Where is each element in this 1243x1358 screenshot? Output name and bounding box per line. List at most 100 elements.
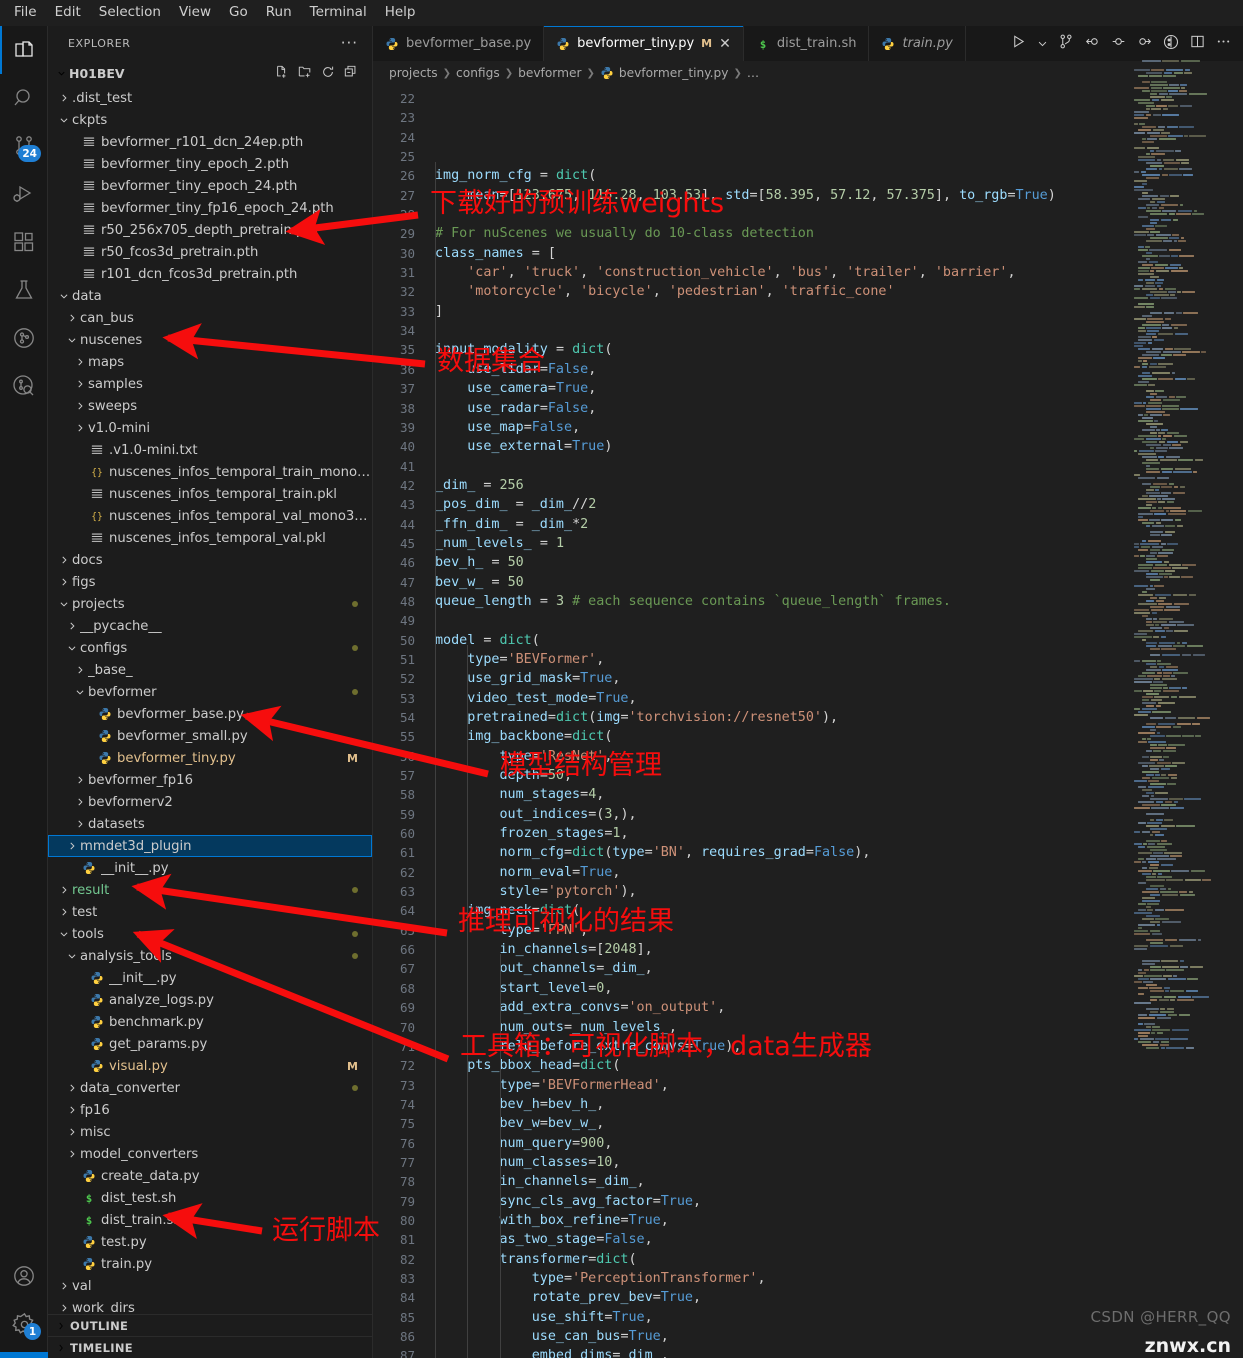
tree-folder-nuscenes[interactable]: nuscenes — [48, 329, 372, 351]
new-folder-icon[interactable] — [298, 64, 312, 83]
breadcrumb-item[interactable]: bevformer_tiny.py — [619, 66, 729, 80]
tree-folder-bevformer-fp16[interactable]: bevformer_fp16 — [48, 769, 372, 791]
activitybar-search[interactable] — [0, 74, 48, 122]
tree-folder-test[interactable]: test — [48, 901, 372, 923]
step-forward-icon[interactable] — [1137, 34, 1152, 53]
close-icon[interactable]: ✕ — [719, 37, 731, 51]
run-dropdown-icon[interactable] — [1037, 34, 1048, 53]
editor-tab-dist-train-sh[interactable]: $ dist_train.sh — [743, 26, 870, 61]
tree-folder-projects[interactable]: projects — [48, 593, 372, 615]
tree-folder-datasets[interactable]: datasets — [48, 813, 372, 835]
tree-file-nuscenes-infos-temporal-val-mono3d-coco[interactable]: {} nuscenes_infos_temporal_val_mono3d.coc… — [48, 505, 372, 527]
activitybar-settings[interactable]: 1 — [0, 1300, 48, 1348]
tree-file-bevformer-small-py[interactable]: bevformer_small.py — [48, 725, 372, 747]
tree-file-nuscenes-infos-temporal-train-mono3d-co[interactable]: {} nuscenes_infos_temporal_train_mono3d.c… — [48, 461, 372, 483]
menu-file[interactable]: File — [6, 3, 45, 23]
step-back-icon[interactable] — [1085, 34, 1100, 53]
tree-folder-tools[interactable]: tools — [48, 923, 372, 945]
tree-folder-figs[interactable]: figs — [48, 571, 372, 593]
breadcrumb[interactable]: projects ❯ configs ❯ bevformer ❯ bevformer_tin… — [373, 61, 1243, 85]
tree-folder-bevformer[interactable]: bevformer — [48, 681, 372, 703]
tree-file-init-py[interactable]: __init__.py — [48, 967, 372, 989]
tree-file-bevformer-r101-dcn-24ep-pth[interactable]: bevformer_r101_dcn_24ep.pth — [48, 131, 372, 153]
explorer-more-icon[interactable]: ··· — [341, 36, 358, 51]
tree-file-nuscenes-infos-temporal-val-pkl[interactable]: nuscenes_infos_temporal_val.pkl — [48, 527, 372, 549]
menu-selection[interactable]: Selection — [91, 3, 169, 23]
activitybar-explorer[interactable] — [0, 26, 48, 74]
refresh-icon[interactable] — [321, 64, 335, 83]
tree-file-test-py[interactable]: test.py — [48, 1231, 372, 1253]
debug-alt-icon[interactable] — [1163, 34, 1179, 54]
tree-folder-work-dirs[interactable]: work_dirs — [48, 1297, 372, 1314]
tree-file-v1-0-mini-txt[interactable]: .v1.0-mini.txt — [48, 439, 372, 461]
editor-tab-bevformer-base-py[interactable]: bevformer_base.py — [373, 26, 545, 61]
tree-file-visual-py[interactable]: visual.py M — [48, 1055, 372, 1077]
tree-folder-val[interactable]: val — [48, 1275, 372, 1297]
new-file-icon[interactable] — [275, 64, 289, 83]
tree-folder-pycache[interactable]: __pycache__ — [48, 615, 372, 637]
tree-file-bevformer-base-py[interactable]: bevformer_base.py — [48, 703, 372, 725]
activitybar-extensions[interactable] — [0, 218, 48, 266]
more-actions-icon[interactable] — [1216, 34, 1231, 53]
tree-file-train-py[interactable]: train.py — [48, 1253, 372, 1275]
workspace-root-row[interactable]: H01BEV — [48, 61, 372, 85]
tree-file-nuscenes-infos-temporal-train-pkl[interactable]: nuscenes_infos_temporal_train.pkl — [48, 483, 372, 505]
tree-folder-data-converter[interactable]: data_converter — [48, 1077, 372, 1099]
split-source-control-icon[interactable] — [1059, 34, 1074, 53]
tree-folder-maps[interactable]: maps — [48, 351, 372, 373]
tree-file-r50-fcos3d-pretrain-pth[interactable]: r50_fcos3d_pretrain.pth — [48, 241, 372, 263]
tree-folder-model-converters[interactable]: model_converters — [48, 1143, 372, 1165]
tree-file-get-params-py[interactable]: get_params.py — [48, 1033, 372, 1055]
tree-folder-misc[interactable]: misc — [48, 1121, 372, 1143]
collapse-all-icon[interactable] — [344, 64, 358, 83]
tree-folder-samples[interactable]: samples — [48, 373, 372, 395]
step-into-icon[interactable] — [1111, 34, 1126, 53]
editor-tab-train-py[interactable]: train.py — [869, 26, 966, 61]
tree-file-dist-test-sh[interactable]: $ dist_test.sh — [48, 1187, 372, 1209]
tree-folder-base[interactable]: _base_ — [48, 659, 372, 681]
tree-file-benchmark-py[interactable]: benchmark.py — [48, 1011, 372, 1033]
activitybar-source-control[interactable]: 24 — [0, 122, 48, 170]
tree-folder-sweeps[interactable]: sweeps — [48, 395, 372, 417]
tree-folder-mmdet3d-plugin[interactable]: mmdet3d_plugin — [48, 835, 372, 857]
tree-folder-analysis-tools[interactable]: analysis_tools — [48, 945, 372, 967]
tree-file-bevformer-tiny-fp16-epoch-24-pth[interactable]: bevformer_tiny_fp16_epoch_24.pth — [48, 197, 372, 219]
tree-folder-result[interactable]: result — [48, 879, 372, 901]
tree-file-analyze-logs-py[interactable]: analyze_logs.py — [48, 989, 372, 1011]
code-editor[interactable]: 22 23 24 25 26 27 28 29 30 31 32 33 34 35 36 37 38 39 40 41… — [373, 85, 1243, 1358]
tree-folder-fp16[interactable]: fp16 — [48, 1099, 372, 1121]
activitybar-run-debug[interactable] — [0, 170, 48, 218]
split-editor-icon[interactable] — [1190, 34, 1205, 53]
timeline-panel-header[interactable]: TIMELINE — [48, 1336, 372, 1358]
menu-go[interactable]: Go — [221, 3, 256, 23]
editor-tab-bevformer-tiny-py[interactable]: bevformer_tiny.py M ✕ — [544, 26, 744, 61]
activitybar-remote-explorer[interactable] — [0, 314, 48, 362]
tree-folder-configs[interactable]: configs — [48, 637, 372, 659]
tree-file-init-py[interactable]: __init__.py — [48, 857, 372, 879]
run-play-icon[interactable] — [1011, 34, 1026, 53]
tree-folder-ckpts[interactable]: ckpts — [48, 109, 372, 131]
menu-view[interactable]: View — [171, 3, 219, 23]
breadcrumb-item[interactable]: projects — [389, 66, 438, 80]
tree-folder-can-bus[interactable]: can_bus — [48, 307, 372, 329]
activitybar-testing[interactable] — [0, 266, 48, 314]
tree-file-bevformer-tiny-py[interactable]: bevformer_tiny.py M — [48, 747, 372, 769]
tree-folder-dist-test[interactable]: .dist_test — [48, 87, 372, 109]
tree-folder-bevformerv2[interactable]: bevformerv2 — [48, 791, 372, 813]
code-content[interactable]: img_norm_cfg = dict( mean=[123.675, 116.… — [425, 85, 1243, 1358]
minimap[interactable] — [1134, 59, 1229, 1358]
menu-terminal[interactable]: Terminal — [302, 3, 375, 23]
activitybar-git-graph[interactable] — [0, 362, 48, 410]
menu-run[interactable]: Run — [258, 3, 300, 23]
tree-folder-data[interactable]: data — [48, 285, 372, 307]
minimap-scrollbar[interactable] — [1215, 59, 1229, 1358]
breadcrumb-item[interactable]: … — [747, 66, 759, 80]
activitybar-accounts[interactable] — [0, 1252, 48, 1300]
tree-file-create-data-py[interactable]: create_data.py — [48, 1165, 372, 1187]
tree-folder-docs[interactable]: docs — [48, 549, 372, 571]
outline-panel-header[interactable]: OUTLINE — [48, 1314, 372, 1336]
tree-file-dist-train-sh[interactable]: $ dist_train.sh — [48, 1209, 372, 1231]
breadcrumb-item[interactable]: configs — [456, 66, 500, 80]
menu-edit[interactable]: Edit — [47, 3, 89, 23]
tree-folder-v1-0-mini[interactable]: v1.0-mini — [48, 417, 372, 439]
